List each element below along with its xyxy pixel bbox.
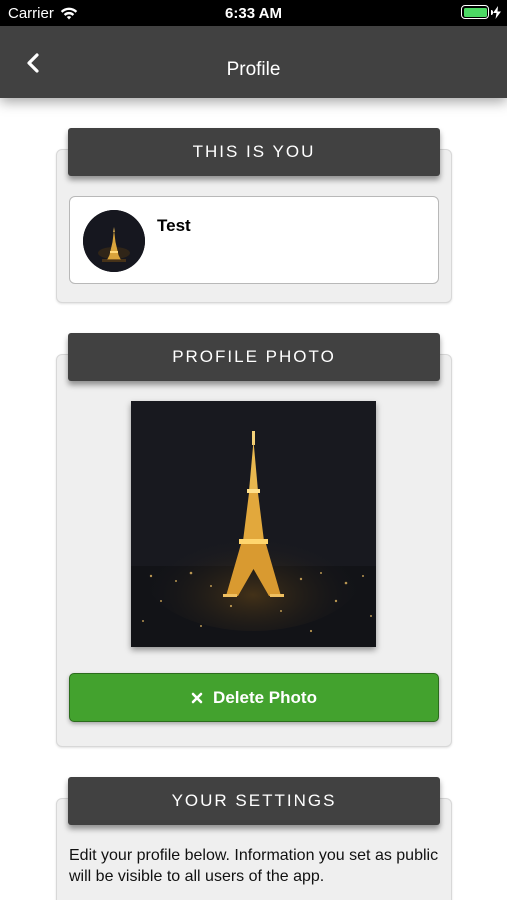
delete-photo-label: Delete Photo	[213, 687, 317, 707]
user-summary[interactable]: Test	[69, 196, 439, 284]
navigation-bar: Profile	[0, 26, 507, 98]
avatar	[83, 210, 145, 272]
delete-photo-button[interactable]: Delete Photo	[69, 673, 439, 722]
user-name: Test	[157, 216, 191, 235]
charging-bolt-icon	[493, 5, 501, 19]
settings-description: Edit your profile below. Information you…	[69, 847, 439, 885]
status-bar: Carrier 6:33 AM	[0, 0, 507, 26]
page-title: Profile	[226, 59, 281, 80]
settings-header: YOUR SETTINGS	[68, 777, 440, 825]
battery-group	[461, 5, 501, 19]
status-time: 6:33 AM	[225, 5, 282, 22]
battery-icon	[461, 5, 493, 19]
profile-photo-image	[131, 401, 376, 647]
profile-photo-header: PROFILE PHOTO	[68, 333, 440, 381]
close-icon	[191, 692, 203, 703]
this-is-you-header: THIS IS YOU	[68, 128, 440, 176]
